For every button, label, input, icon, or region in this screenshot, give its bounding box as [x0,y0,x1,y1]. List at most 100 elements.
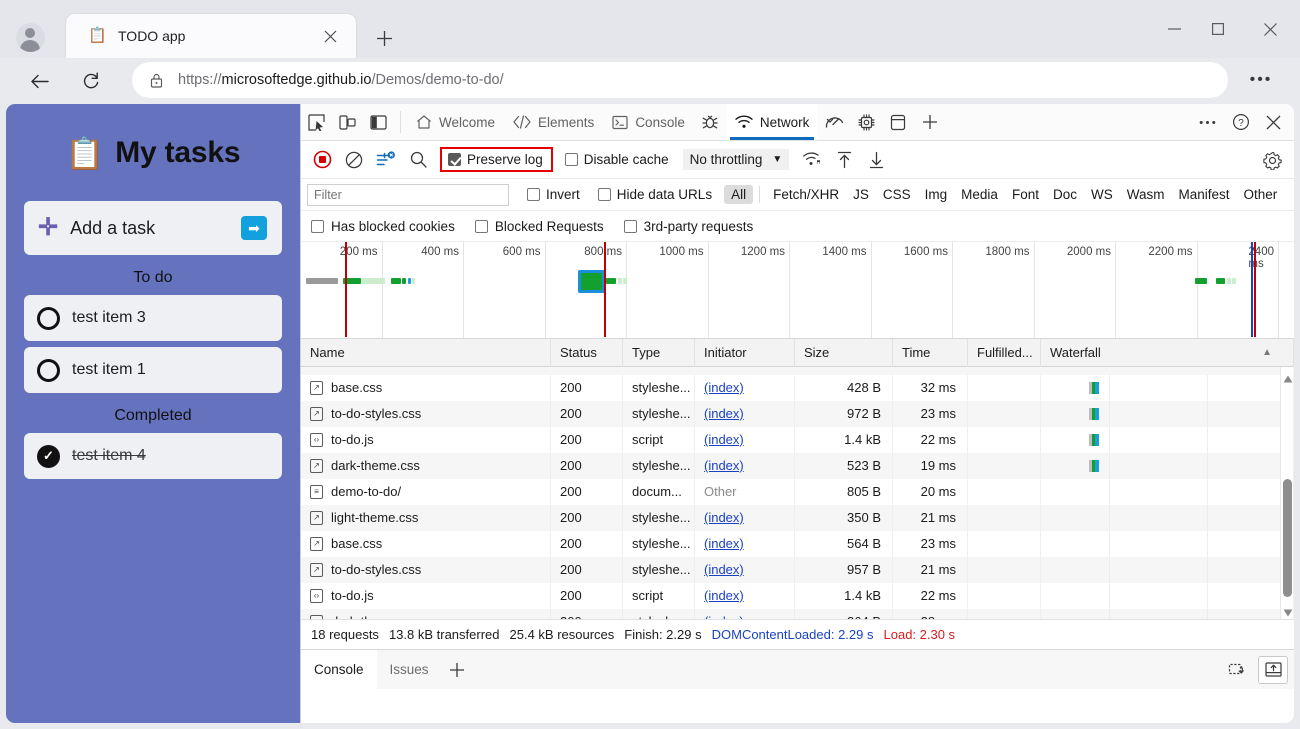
type-filter-js[interactable]: JS [846,185,876,204]
sort-indicator-icon[interactable]: ▲ [1262,347,1272,358]
network-conditions-icon[interactable] [797,146,827,174]
reload-button[interactable] [74,64,108,98]
type-filter-wasm[interactable]: Wasm [1120,185,1172,204]
filter-icon[interactable] [371,145,401,174]
initiator-link[interactable]: (index) [704,614,744,619]
hide-data-urls-checkbox[interactable] [597,188,611,201]
drawer-tab-console[interactable]: Console [301,650,377,689]
profile-avatar-button[interactable] [14,21,46,53]
table-row-partial[interactable] [301,367,1294,375]
initiator-link[interactable]: (index) [704,432,744,447]
column-header-time[interactable]: Time [893,338,968,367]
blocked-requests-checkbox[interactable] [474,219,488,233]
table-row[interactable]: ↗ to-do-styles.css 200 styleshe... (index) 97… [301,401,1294,427]
drawer-tab-issues[interactable]: Issues [377,650,442,689]
column-header-name[interactable]: Name [301,338,551,367]
type-filter-ws[interactable]: WS [1084,185,1120,204]
device-emulation-icon[interactable] [332,107,363,138]
search-icon[interactable] [403,146,433,174]
gear-icon[interactable] [1258,146,1286,174]
hide-data-urls-control[interactable]: Hide data URLs [597,187,712,202]
more-tools-icon[interactable] [1191,107,1224,138]
list-item[interactable]: test item 3 [24,295,282,341]
invert-filter-control[interactable]: Invert [527,187,580,202]
initiator-link[interactable]: (index) [704,588,744,603]
preserve-log-checkbox[interactable] [448,153,461,166]
table-row[interactable]: ‹› to-do.js 200 script (index) 1.4 kB 22 ms [301,427,1294,453]
initiator-link[interactable]: (index) [704,510,744,525]
add-tab-icon[interactable] [914,107,946,138]
task-checkbox-icon[interactable] [37,358,60,382]
table-row[interactable]: ↗ dark-theme.css 200 styleshe... (index) 523 … [301,453,1294,479]
close-devtools-icon[interactable] [1257,107,1290,138]
tab-elements[interactable]: Elements [504,104,603,140]
drawer-add-tab-icon[interactable] [442,656,472,684]
table-scrollbar[interactable] [1280,367,1293,619]
window-maximize-button[interactable] [1196,13,1240,45]
scrollbar-thumb[interactable] [1283,479,1292,597]
import-har-icon[interactable] [829,146,859,174]
task-checkbox-checked-icon[interactable]: ✓ [37,444,60,468]
window-minimize-button[interactable] [1152,13,1196,45]
disable-cache-checkbox[interactable] [564,153,578,166]
has-blocked-cookies-control[interactable]: Has blocked cookies [311,219,455,234]
initiator-link[interactable]: (index) [704,458,744,473]
column-header-status[interactable]: Status [551,338,623,367]
browser-more-button[interactable]: ••• [1244,64,1278,96]
clear-icon[interactable] [339,146,369,174]
tab-network[interactable]: Network [725,104,819,140]
table-row[interactable]: ≡ demo-to-do/200 docum... Other 805 B 20 ms [301,479,1294,505]
initiator-link[interactable]: (index) [704,562,744,577]
column-header-size[interactable]: Size [795,338,893,367]
table-row[interactable]: ‹› to-do.js 200 script (index) 1.4 kB 22 ms [301,583,1294,609]
tab-performance-gauge-icon[interactable] [818,107,850,138]
export-har-icon[interactable] [861,146,891,174]
close-tab-icon[interactable] [316,22,344,50]
tab-application-storage-icon[interactable] [882,107,914,138]
tab-memory-chip-icon[interactable] [850,107,882,138]
record-stop-icon[interactable] [307,146,337,174]
type-filter-manifest[interactable]: Manifest [1171,185,1236,204]
invert-checkbox[interactable] [527,188,540,201]
type-filter-media[interactable]: Media [954,185,1005,204]
list-item[interactable]: test item 1 [24,347,282,393]
network-overview-timeline[interactable]: 200 ms 400 ms 600 ms 800 ms 1000 ms 1200 ms 14… [301,242,1294,339]
column-header-fulfilled[interactable]: Fulfilled... [968,338,1041,367]
table-row[interactable]: ↗ to-do-styles.css 200 styleshe... (index) 95… [301,557,1294,583]
open-in-panel-icon[interactable] [1258,655,1288,684]
tab-console[interactable]: Console [603,104,694,140]
restore-drawer-icon[interactable] [1222,656,1252,684]
tab-welcome[interactable]: Welcome [407,104,504,140]
address-bar[interactable]: https://microsoftedge.github.io/Demos/de… [132,62,1228,98]
column-header-waterfall[interactable]: Waterfall [1041,338,1294,367]
throttling-dropdown[interactable]: No throttling ▼ [682,149,790,170]
initiator-link[interactable]: (index) [704,406,744,421]
new-tab-button[interactable] [368,22,400,54]
requests-table-body[interactable]: ↗ base.css 200 styleshe... (index) 428 B 32 ms… [301,367,1294,619]
type-filter-other[interactable]: Other [1237,185,1285,204]
table-row[interactable]: ↗ dark-theme.css 200styleshe... (index) 364 … [301,609,1294,619]
column-header-type[interactable]: Type [623,338,695,367]
add-task-input[interactable]: Add a task [70,218,241,239]
submit-task-button[interactable]: ➡ [241,216,267,240]
table-row[interactable]: ↗ light-theme.css 200 styleshe... (index) 350… [301,505,1294,531]
back-button[interactable] [22,64,56,98]
table-row[interactable]: ↗ base.css 200 styleshe... (index) 564 B 23 ms [301,531,1294,557]
third-party-requests-control[interactable]: 3rd-party requests [623,219,753,234]
task-checkbox-icon[interactable] [37,306,60,330]
column-header-initiator[interactable]: Initiator [695,338,795,367]
inspect-element-icon[interactable] [301,107,332,138]
blocked-requests-control[interactable]: Blocked Requests [474,219,604,234]
third-party-requests-checkbox[interactable] [623,219,637,233]
type-filter-img[interactable]: Img [918,185,955,204]
table-row[interactable]: ↗ base.css 200 styleshe... (index) 428 B 32 ms [301,375,1294,401]
list-item[interactable]: ✓ test item 4 [24,433,282,479]
timeline-selection[interactable] [578,270,605,293]
tab-sources-bug-icon[interactable] [694,107,726,138]
type-filter-fetch-xhr[interactable]: Fetch/XHR [766,185,846,204]
scroll-down-arrow[interactable] [1283,605,1293,617]
window-close-button[interactable] [1248,13,1292,45]
type-filter-css[interactable]: CSS [876,185,918,204]
initiator-link[interactable]: (index) [704,380,744,395]
add-task-row[interactable]: ✛ Add a task ➡ [24,201,282,255]
